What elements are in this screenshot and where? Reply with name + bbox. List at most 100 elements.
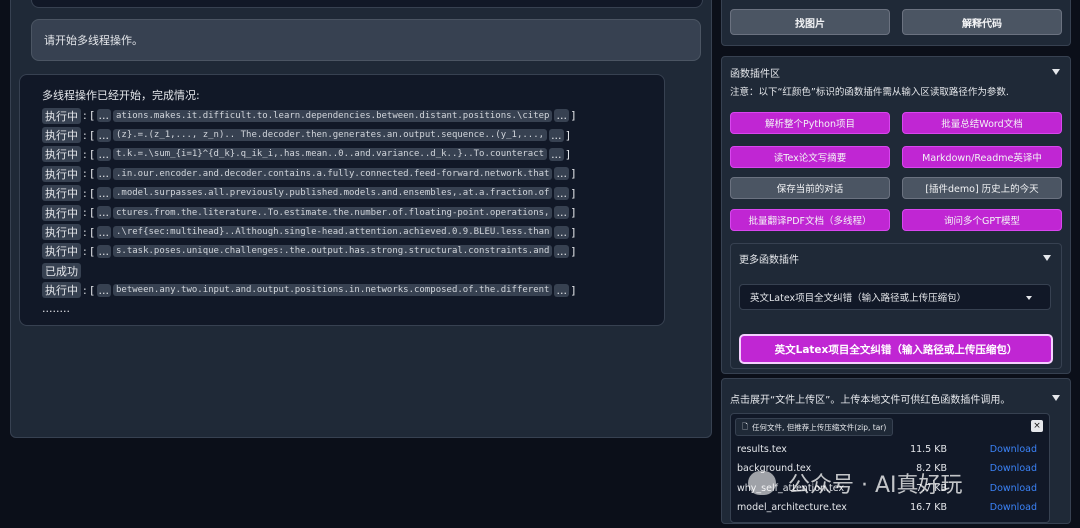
task-snippet: t.k.=.\sum_{i=1}^{d_k}.q_ik_i,.has.mean.… — [113, 148, 548, 161]
plugin-button-ask-multi-gpt[interactable]: 询问多个GPT模型 — [902, 209, 1062, 231]
plugin-dropdown-value: 英文Latex项目全文纠错（输入路径或上传压缩包） — [750, 293, 967, 304]
task-row: 执行中 : [... .model.surpasses.all.previousl… — [42, 184, 642, 203]
task-ellipsis-start: ... — [96, 206, 111, 220]
download-link[interactable]: Download — [990, 463, 1037, 474]
task-separator: : [ — [83, 225, 95, 239]
task-snippet: .in.our.encoder.and.decoder.contains.a.f… — [113, 167, 553, 180]
file-size: 7.7 KB — [916, 482, 947, 494]
task-snippet: ations.makes.it.difficult.to.learn.depen… — [113, 109, 553, 122]
task-status: 执行中 — [42, 243, 81, 260]
more-plugins-panel: 更多函数插件 英文Latex项目全文纠错（输入路径或上传压缩包） 英文Latex… — [730, 243, 1062, 369]
download-link[interactable]: Download — [990, 444, 1037, 455]
file-name: background.tex — [737, 463, 812, 474]
task-separator: : [ — [83, 109, 95, 123]
task-bracket: ] — [570, 186, 576, 200]
file-icon: 🗋 — [742, 421, 749, 431]
upload-hint[interactable]: 🗋 任何文件, 但推荐上传压缩文件(zip, tar) — [735, 418, 894, 436]
run-plugin-button[interactable]: 英文Latex项目全文纠错（输入路径或上传压缩包） — [739, 334, 1053, 364]
task-row: 执行中 : [... s.task.poses.unique.challenges… — [42, 242, 642, 261]
file-size: 16.7 KB — [910, 502, 947, 513]
task-row: 执行中 : [... t.k.=.\sum_{i=1}^{d_k}.q_ik_i,… — [42, 145, 642, 164]
plugin-dropdown[interactable]: 英文Latex项目全文纠错（输入路径或上传压缩包） — [739, 284, 1051, 310]
explain-code-button[interactable]: 解释代码 — [902, 9, 1062, 35]
task-status: 执行中 — [42, 107, 81, 124]
task-ellipsis-end: ... — [554, 283, 569, 297]
task-ellipsis-start: ... — [96, 147, 111, 161]
task-ellipsis-start: ... — [96, 128, 111, 142]
task-row: 执行中 : [... ctures.from.the.literature..To… — [42, 203, 642, 222]
plugin-button-markdown-translate[interactable]: Markdown/Readme英译中 — [902, 146, 1062, 168]
task-bracket: ] — [570, 206, 576, 220]
plugin-button-summarize-word[interactable]: 批量总结Word文档 — [902, 112, 1062, 134]
upload-hint-text: 任何文件, 但推荐上传压缩文件(zip, tar) — [752, 422, 887, 432]
task-ellipsis-end: ... — [549, 128, 564, 142]
task-row: 执行中 : [... between.any.two.input.and.outp… — [42, 281, 642, 300]
task-ellipsis-end: ... — [554, 206, 569, 220]
upload-caret-icon[interactable] — [1052, 395, 1060, 401]
task-ellipsis-end: ... — [554, 225, 569, 239]
chevron-down-icon — [1026, 296, 1032, 300]
task-ellipsis-start: ... — [96, 225, 111, 239]
plugin-button-tex-abstract[interactable]: 读Tex论文写摘要 — [730, 146, 890, 168]
upload-area-header[interactable]: 点击展开“文件上传区”。上传本地文件可供红色函数插件调用。 — [730, 391, 1010, 406]
plugin-button-history-today[interactable]: [插件demo] 历史上的今天 — [902, 177, 1062, 199]
task-status: 执行中 — [42, 185, 81, 202]
task-ellipsis-end: ... — [554, 244, 569, 258]
user-message: 请开始多线程操作。 — [31, 19, 701, 61]
file-row: model_architecture.tex 16.7 KB Download — [737, 499, 1037, 517]
task-separator: : [ — [83, 147, 95, 161]
task-separator: : [ — [83, 206, 95, 220]
file-row: why_self_attention.tex 7.7 KB Download — [737, 479, 1037, 497]
task-ellipsis-start: ... — [96, 109, 111, 123]
plugin-area: 函数插件区 注意：以下“红颜色”标识的函数插件需从输入区读取路径作为参数. 解析… — [721, 56, 1071, 374]
plugin-note: 注意：以下“红颜色”标识的函数插件需从输入区读取路径作为参数. — [730, 87, 1009, 98]
task-ellipsis-end: ... — [554, 186, 569, 200]
task-bracket: ] — [570, 109, 576, 123]
toolbar-box: 找图片 解释代码 — [721, 0, 1071, 46]
task-status: 执行中 — [42, 204, 81, 221]
task-row: 已成功 — [42, 261, 642, 280]
task-bracket: ] — [570, 283, 576, 297]
task-row: 执行中 : [... ations.makes.it.difficult.to.l… — [42, 106, 642, 125]
task-bracket: ] — [570, 244, 576, 258]
task-ellipsis-start: ... — [96, 186, 111, 200]
task-status: 已成功 — [42, 262, 81, 279]
close-icon[interactable]: × — [1031, 420, 1043, 432]
plugin-button-translate-pdf[interactable]: 批量翻译PDF文档（多线程） — [730, 209, 890, 231]
more-plugins-header: 更多函数插件 — [739, 255, 799, 266]
task-separator: : [ — [83, 186, 95, 200]
task-ellipsis-end: ... — [549, 147, 564, 161]
find-image-button[interactable]: 找图片 — [730, 9, 890, 35]
task-ellipsis-start: ... — [96, 167, 111, 181]
plugin-button-parse-python[interactable]: 解析整个Python项目 — [730, 112, 890, 134]
task-ellipsis-end: ... — [554, 167, 569, 181]
task-bracket: ] — [565, 147, 570, 161]
task-row: 执行中 : [... (z}.=.(z_1,..., z_n).. The.dec… — [42, 125, 642, 144]
task-ellipsis-start: ... — [96, 244, 111, 258]
file-list: 🗋 任何文件, 但推荐上传压缩文件(zip, tar) × results.te… — [730, 413, 1050, 523]
task-separator: : [ — [83, 167, 95, 181]
task-ellipsis-end: ... — [554, 109, 569, 123]
bot-message: 多线程操作已经开始，完成情况: 执行中 : [... ations.makes.i… — [19, 74, 665, 326]
task-snippet: s.task.poses.unique.challenges:.the.outp… — [113, 245, 553, 258]
download-link[interactable]: Download — [990, 483, 1037, 494]
trailing-dots: ........ — [42, 301, 70, 315]
task-status: 执行中 — [42, 224, 81, 241]
task-list: 执行中 : [... ations.makes.it.difficult.to.l… — [42, 106, 642, 300]
task-separator: : [ — [83, 128, 95, 142]
user-message-text: 请开始多线程操作。 — [44, 34, 143, 47]
task-snippet: .model.surpasses.all.previously.publishe… — [113, 187, 553, 200]
plugin-button-save-chat[interactable]: 保存当前的对话 — [730, 177, 890, 199]
task-status: 执行中 — [42, 146, 81, 163]
task-ellipsis-start: ... — [96, 283, 111, 297]
file-row: results.tex 11.5 KB Download — [737, 440, 1037, 458]
previous-message-stub — [31, 0, 703, 8]
task-snippet: .\ref{sec:multihead}..Although.single-he… — [113, 226, 553, 239]
task-separator: : [ — [83, 283, 95, 297]
bot-message-title: 多线程操作已经开始，完成情况: — [42, 89, 200, 102]
file-size: 11.5 KB — [910, 443, 947, 455]
download-link[interactable]: Download — [990, 502, 1037, 513]
collapse-icon[interactable] — [1052, 69, 1060, 75]
more-plugins-caret-icon[interactable] — [1043, 255, 1051, 261]
file-row: background.tex 8.2 KB Download — [737, 460, 1037, 478]
